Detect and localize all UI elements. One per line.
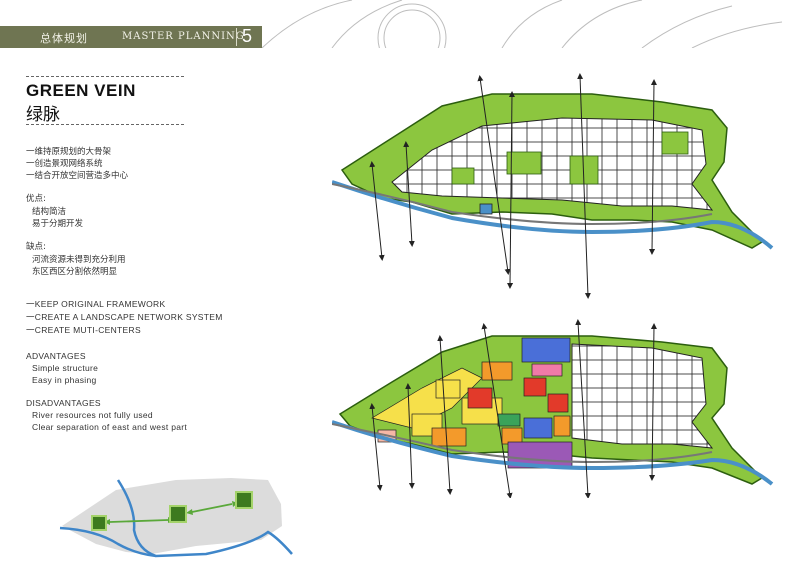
en-point: 一CREATE A LANDSCAPE NETWORK SYSTEM	[26, 312, 223, 322]
section-header: 总体规划 MASTER PLANNING 5	[0, 26, 262, 48]
title-rule-bottom	[26, 124, 184, 125]
decorative-arcs	[262, 0, 783, 48]
map1-pond	[479, 203, 493, 215]
en-advantages-label: ADVANTAGES	[26, 351, 86, 361]
page-title-en: GREEN VEIN	[26, 81, 136, 100]
cn-disadvantage-item: 东区西区分割依然明显	[32, 267, 118, 277]
cn-disadvantages-label: 缺点:	[26, 242, 46, 252]
green-node-icon	[169, 505, 187, 523]
map2-pink-zone	[531, 363, 563, 377]
page-number: 5	[242, 26, 253, 46]
header-divider	[236, 28, 237, 46]
cn-point: 一结合开放空间营造多中心	[26, 171, 129, 181]
map2-green-zone	[497, 413, 521, 427]
cn-advantage-item: 结构简洁	[32, 207, 67, 217]
green-node-icon	[91, 515, 107, 531]
map2-urban-blocks-east	[571, 343, 714, 449]
cn-advantage-item: 易于分期开发	[32, 219, 84, 229]
en-advantage-item: Simple structure	[32, 363, 99, 373]
en-disadvantage-item: Clear separation of east and west part	[32, 422, 188, 432]
green-node-icon	[235, 491, 253, 509]
cn-point: 一创造景观网络系统	[26, 159, 103, 169]
cn-point: 一维持原规划的大骨架	[26, 147, 112, 157]
section-title-en: MASTER PLANNING	[122, 31, 245, 42]
en-disadvantage-item: River resources not fully used	[32, 410, 153, 420]
cn-disadvantage-item: 河流资源未得到充分利用	[32, 255, 126, 265]
page-title-cn: 绿脉	[26, 105, 60, 125]
en-point: 一KEEP ORIGINAL FRAMEWORK	[26, 299, 166, 309]
land-use-map	[332, 319, 774, 498]
en-advantage-item: Easy in phasing	[32, 375, 97, 385]
green-vein-map	[332, 73, 774, 299]
section-title-cn: 总体规划	[40, 32, 88, 45]
concept-diagram	[59, 478, 293, 558]
cn-advantages-label: 优点:	[26, 194, 46, 204]
en-disadvantages-label: DISADVANTAGES	[26, 398, 101, 408]
title-rule-top	[26, 76, 184, 77]
en-point: 一CREATE MUTI-CENTERS	[26, 325, 141, 335]
